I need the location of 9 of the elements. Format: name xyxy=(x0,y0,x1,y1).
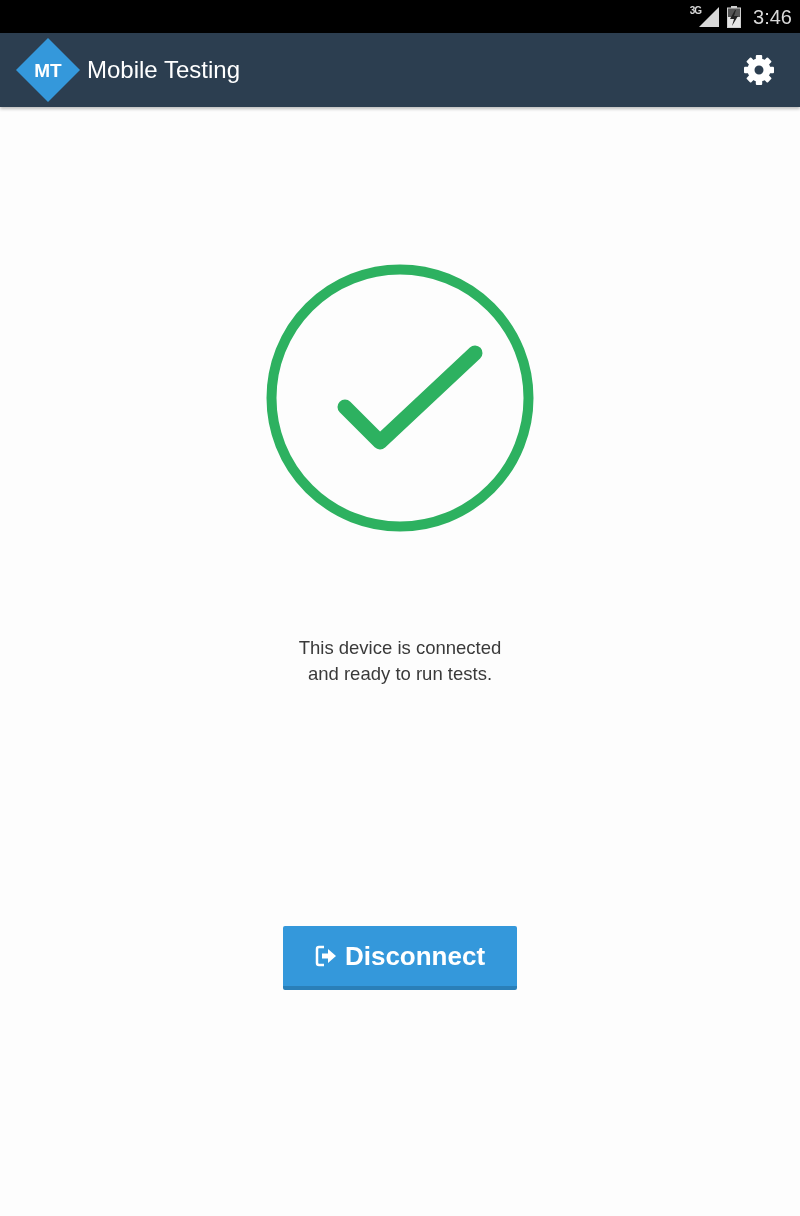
diamond-logo-icon xyxy=(16,38,80,102)
logo-text: MT xyxy=(34,60,62,80)
disconnect-button[interactable]: Disconnect xyxy=(283,926,517,990)
connection-message: This device is connected and ready to run tests. xyxy=(298,636,502,686)
app-title: Mobile Testing xyxy=(87,55,240,85)
status-time: 3:46 xyxy=(753,6,792,27)
settings-icon[interactable] xyxy=(744,55,774,85)
sign-out-icon xyxy=(314,945,337,967)
network-type-label: 3G xyxy=(689,6,702,16)
